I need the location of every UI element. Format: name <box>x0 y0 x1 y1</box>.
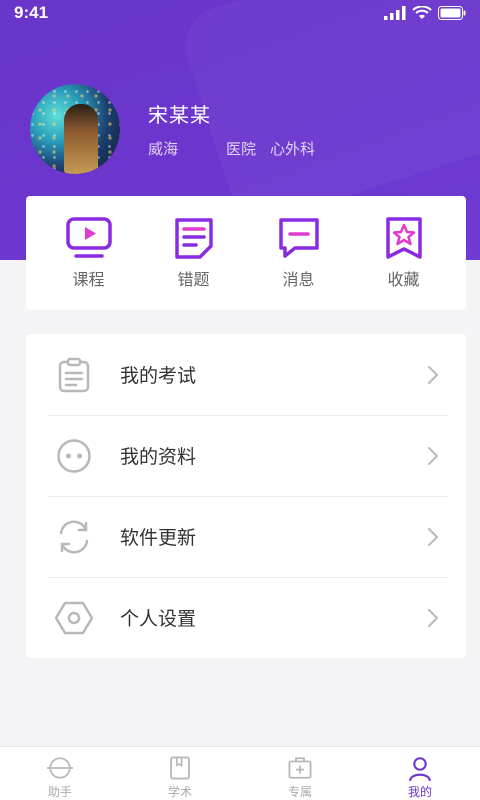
quick-action-favorites[interactable]: 收藏 <box>359 216 449 290</box>
exclusive-medkit-icon <box>288 757 312 779</box>
tab-label: 助手 <box>47 785 72 799</box>
wrong-questions-icon <box>174 218 213 259</box>
chevron-right-icon <box>427 608 439 627</box>
refresh-icon <box>54 517 94 557</box>
menu-item-label: 个人设置 <box>120 608 197 630</box>
battery-icon <box>438 6 466 20</box>
status-time: 9:41 <box>14 3 49 22</box>
settings-hexagon-icon <box>54 598 94 638</box>
menu-item-my-exams[interactable]: 我的考试 <box>26 334 466 415</box>
profile-summary[interactable]: 宋某某 威海 医院 心外科 <box>30 84 315 174</box>
chevron-right-icon <box>427 446 439 465</box>
tab-assistant[interactable]: 助手 <box>0 747 120 800</box>
status-bar: 9:41 <box>0 0 480 26</box>
menu-item-label: 我的资料 <box>120 446 197 468</box>
tab-label: 学术 <box>167 785 192 799</box>
menu-item-label: 软件更新 <box>120 527 197 549</box>
user-icon <box>409 757 431 781</box>
signal-icon <box>384 6 406 20</box>
quick-action-label: 消息 <box>282 270 315 289</box>
profile-department: 心外科 <box>270 140 316 158</box>
tab-label: 我的 <box>407 785 432 799</box>
quick-action-course[interactable]: 课程 <box>44 216 134 290</box>
menu-item-label: 我的考试 <box>120 365 197 387</box>
quick-action-label: 错题 <box>177 270 210 289</box>
academic-book-icon <box>170 756 190 780</box>
wifi-icon <box>412 6 432 19</box>
quick-action-messages[interactable]: 消息 <box>254 216 344 290</box>
quick-action-wrong-questions[interactable]: 错题 <box>149 216 239 290</box>
profile-text: 宋某某 威海 医院 心外科 <box>148 99 315 159</box>
profile-face-icon <box>54 436 94 476</box>
assistant-icon <box>47 757 73 779</box>
bottom-tab-bar: 助手 学术 专属 我的 <box>0 746 480 800</box>
tab-exclusive[interactable]: 专属 <box>240 747 360 800</box>
menu-item-software-update[interactable]: 软件更新 <box>26 496 466 577</box>
avatar[interactable] <box>30 84 120 174</box>
profile-name: 宋某某 <box>148 103 211 127</box>
status-icons <box>384 6 466 20</box>
quick-action-label: 课程 <box>72 270 105 289</box>
menu-item-personal-settings[interactable]: 个人设置 <box>26 577 466 658</box>
profile-hospital: 医院 <box>226 140 257 158</box>
clipboard-icon <box>54 355 94 395</box>
menu-list: 我的考试 我的资料 软件更新 个人设置 <box>26 334 466 658</box>
chevron-right-icon <box>427 365 439 384</box>
message-icon <box>278 218 319 258</box>
quick-actions-card: 课程 错题 消息 收藏 <box>26 196 466 310</box>
quick-action-label: 收藏 <box>387 270 420 289</box>
tab-academic[interactable]: 学术 <box>120 747 240 800</box>
chevron-right-icon <box>427 527 439 546</box>
profile-affiliation: 威海 医院 心外科 <box>148 138 315 159</box>
tab-mine[interactable]: 我的 <box>360 747 480 800</box>
favorites-star-icon <box>385 217 422 259</box>
tab-label: 专属 <box>287 785 312 799</box>
profile-city: 威海 <box>148 140 179 158</box>
menu-item-my-profile[interactable]: 我的资料 <box>26 415 466 496</box>
course-video-icon <box>65 217 112 258</box>
